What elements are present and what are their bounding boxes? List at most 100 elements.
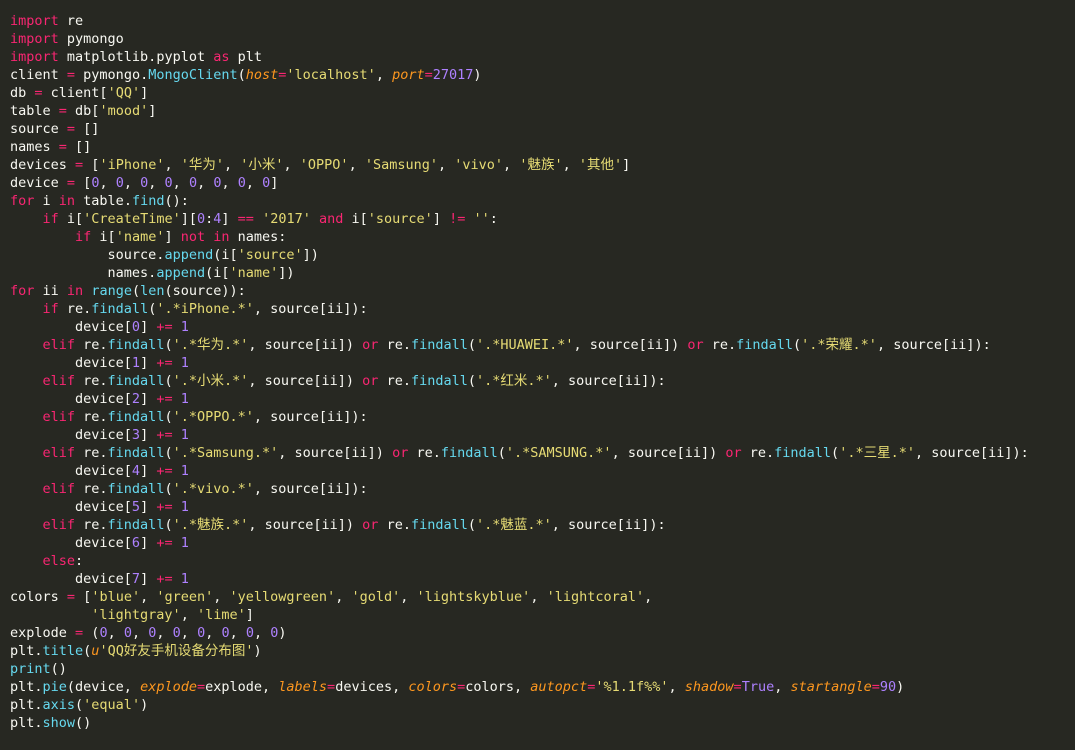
code-line[interactable]: if i['CreateTime'][0:4] == '2017' and i[… (10, 210, 1075, 228)
code-token: , (213, 589, 230, 605)
code-token: as (213, 49, 230, 65)
code-token: , source[ii]): (253, 301, 368, 317)
code-token: += (156, 391, 173, 407)
code-line[interactable]: elif re.findall('.*小米.*', source[ii]) or… (10, 372, 1075, 390)
code-token: , (107, 625, 124, 641)
code-token: '.*华为.*' (172, 337, 249, 353)
code-line[interactable]: elif re.findall('.*Samsung.*', source[ii… (10, 444, 1075, 462)
code-token: 'OPPO' (299, 157, 349, 173)
code-line[interactable]: devices = ['iPhone', '华为', '小米', 'OPPO',… (10, 156, 1075, 174)
code-token: += (156, 319, 173, 335)
code-line[interactable]: plt.title(u'QQ好友手机设备分布图') (10, 642, 1075, 660)
code-token: '.*荣耀.*' (801, 337, 877, 353)
code-token: devices, (335, 679, 409, 695)
code-token: 'equal' (83, 697, 141, 713)
code-token: re. (75, 337, 108, 353)
code-token: ( (164, 517, 173, 533)
code-line[interactable]: device[2] += 1 (10, 390, 1075, 408)
code-token: axis (42, 697, 76, 713)
code-line[interactable]: device[4] += 1 (10, 462, 1075, 480)
code-token: else (42, 553, 76, 569)
code-line[interactable]: device[7] += 1 (10, 570, 1075, 588)
code-line[interactable]: names = [] (10, 138, 1075, 156)
code-token: 'lime' (196, 607, 246, 623)
code-line[interactable]: print() (10, 660, 1075, 678)
code-line[interactable]: device[3] += 1 (10, 426, 1075, 444)
code-line[interactable]: explode = (0, 0, 0, 0, 0, 0, 0, 0) (10, 624, 1075, 642)
code-token: device[ (10, 463, 132, 479)
code-line[interactable]: if re.findall('.*iPhone.*', source[ii]): (10, 300, 1075, 318)
code-token: (device, (66, 679, 141, 695)
code-line[interactable]: elif re.findall('.*华为.*', source[ii]) or… (10, 336, 1075, 354)
code-token: ] (432, 211, 450, 227)
code-token: ( (164, 481, 173, 497)
code-line[interactable]: db = client['QQ'] (10, 84, 1075, 102)
code-line[interactable]: device[5] += 1 (10, 498, 1075, 516)
code-line[interactable]: for i in table.find(): (10, 192, 1075, 210)
code-line[interactable]: device = [0, 0, 0, 0, 0, 0, 0, 0] (10, 174, 1075, 192)
code-line[interactable]: import matplotlib.pyplot as plt (10, 48, 1075, 66)
code-line[interactable]: device[6] += 1 (10, 534, 1075, 552)
code-token: = (424, 67, 433, 83)
code-line[interactable]: import pymongo (10, 30, 1075, 48)
code-line[interactable]: elif re.findall('.*OPPO.*', source[ii]): (10, 408, 1075, 426)
code-line[interactable]: elif re.findall('.*魅族.*', source[ii]) or… (10, 516, 1075, 534)
code-token: () (50, 661, 67, 677)
code-token: (source)): (164, 283, 246, 299)
code-line[interactable]: plt.axis('equal') (10, 696, 1075, 714)
code-token: , (140, 589, 157, 605)
code-line[interactable]: elif re.findall('.*vivo.*', source[ii]): (10, 480, 1075, 498)
code-token: ) (896, 679, 905, 695)
code-token: 1 (180, 391, 189, 407)
code-token: , source[ii]) (611, 445, 726, 461)
code-editor[interactable]: import re import pymongo import matplotlib… (0, 0, 1075, 750)
code-token: shadow (684, 679, 734, 695)
code-token: ( (164, 445, 173, 461)
code-line[interactable]: client = pymongo.MongoClient(host = 'local… (10, 66, 1075, 84)
code-token: not (180, 229, 206, 245)
code-line[interactable]: device[0] += 1 (10, 318, 1075, 336)
code-line[interactable]: device[1] += 1 (10, 354, 1075, 372)
code-token: , source[ii]) (248, 337, 363, 353)
code-line[interactable]: plt.pie(device, explode=explode, labels=… (10, 678, 1075, 696)
code-token: 'QQ好友手机设备分布图' (99, 643, 254, 659)
code-line[interactable]: colors = ['blue', 'green', 'yellowgreen'… (10, 588, 1075, 606)
code-token: show (42, 715, 76, 731)
code-line[interactable]: 'lightgray', 'lime'] (10, 606, 1075, 624)
code-token: , source[ii]) (278, 445, 393, 461)
code-token: colors, (465, 679, 531, 695)
code-token: re. (408, 445, 441, 461)
code-token: in (66, 283, 84, 299)
code-line[interactable]: source.append(i['source']) (10, 246, 1075, 264)
code-line[interactable]: names.append(i['name']) (10, 264, 1075, 282)
code-token: colors (408, 679, 458, 695)
code-token: ][ (180, 211, 197, 227)
code-token: , (180, 625, 198, 641)
code-token: ] (140, 85, 149, 101)
code-token: 'yellowgreen' (229, 589, 336, 605)
code-line[interactable]: for ii in range(len(source)): (10, 282, 1075, 300)
code-token: import (10, 31, 59, 47)
code-line[interactable]: import re (10, 12, 1075, 30)
code-token: 27017 (432, 67, 474, 83)
code-token: findall (410, 517, 468, 533)
code-token: 1 (180, 499, 189, 515)
code-line[interactable]: source = [] (10, 120, 1075, 138)
code-line[interactable]: else: (10, 552, 1075, 570)
code-token: , (348, 157, 365, 173)
code-token: colors (10, 589, 67, 605)
code-token: '.*三星.*' (839, 445, 915, 461)
code-line[interactable]: table = db['mood'] (10, 102, 1075, 120)
code-token: , source[ii]): (551, 517, 666, 533)
code-line[interactable]: plt.show() (10, 714, 1075, 732)
code-line[interactable]: if i['name'] not in names: (10, 228, 1075, 246)
code-token: or (362, 373, 379, 389)
code-token: , (156, 625, 173, 641)
